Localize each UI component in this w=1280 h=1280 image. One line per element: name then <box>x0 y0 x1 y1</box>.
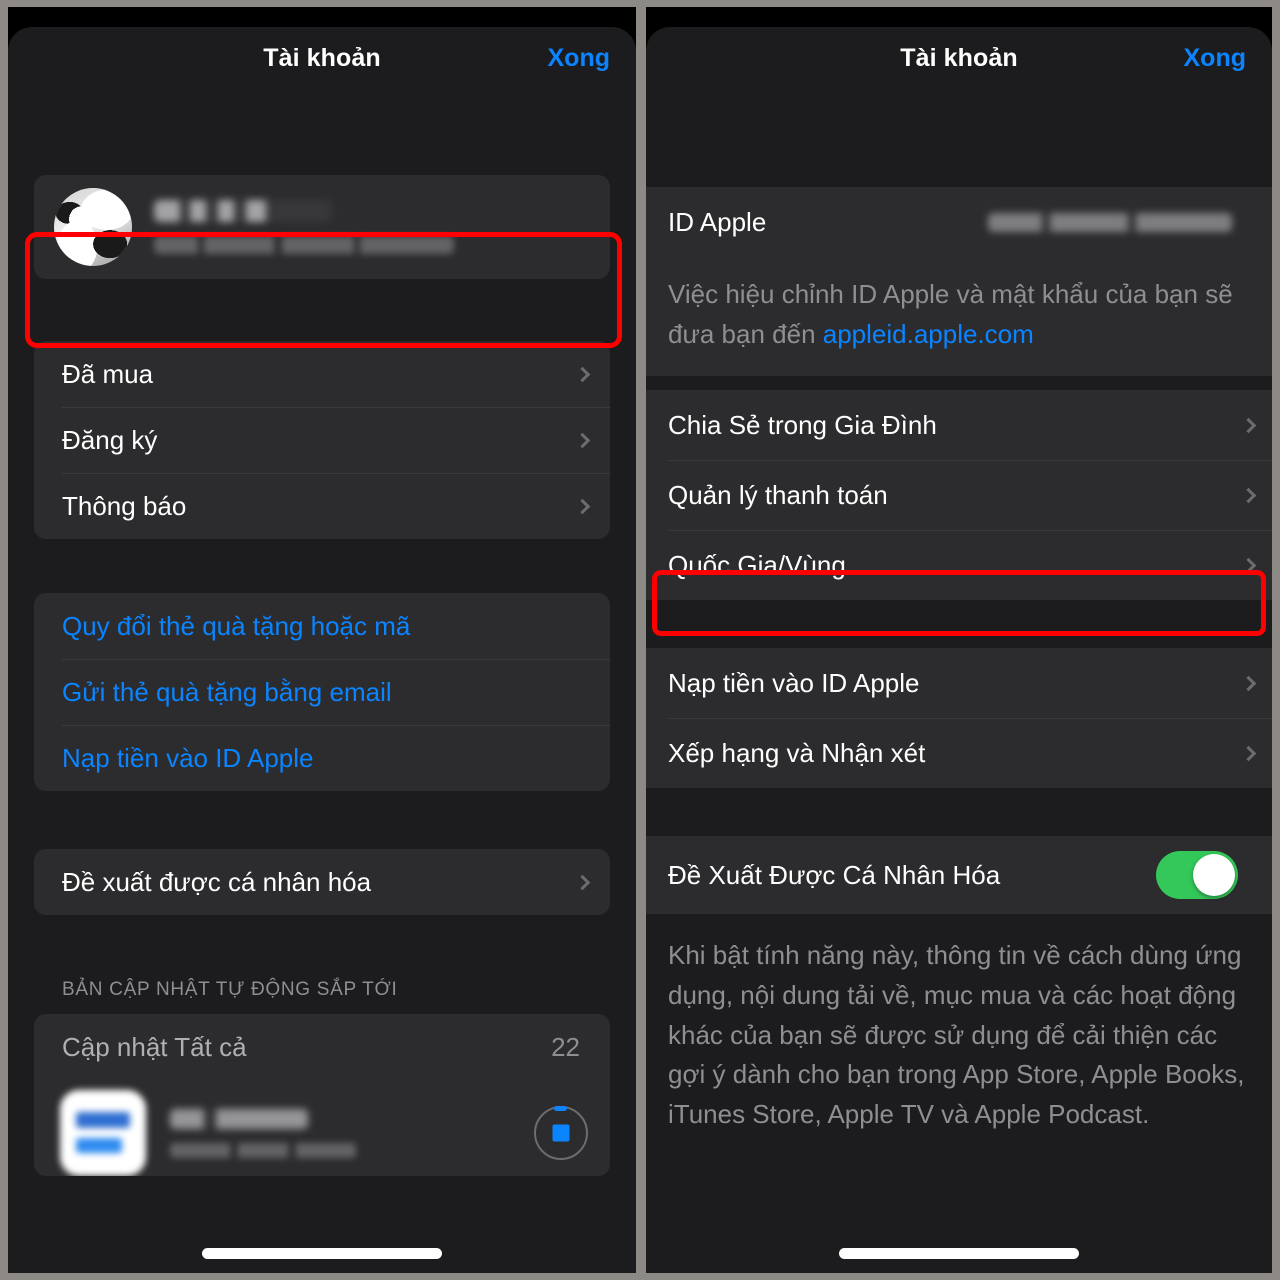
avatar <box>54 188 132 266</box>
personalized-description: Khi bật tính năng này, thông tin về cách… <box>646 914 1272 1135</box>
list-item-label: Nạp tiền vào ID Apple <box>668 667 920 698</box>
chevron-right-icon <box>574 498 591 514</box>
update-all-label: Cập nhật Tất cả <box>62 1031 247 1062</box>
account-card[interactable] <box>34 175 610 279</box>
account-menu-card: Đã mua Đăng ký Thông báo <box>34 341 610 539</box>
done-button[interactable]: Xong <box>548 44 611 73</box>
account-text <box>154 200 454 254</box>
list-item-add-funds[interactable]: Nạp tiền vào ID Apple <box>34 725 610 791</box>
apple-id-value-redacted <box>988 212 1232 232</box>
home-indicator <box>839 1248 1079 1259</box>
list-item-label: Quốc Gia/Vùng <box>668 549 846 580</box>
list-item-redeem-gift-card[interactable]: Quy đổi thẻ quà tặng hoặc mã <box>34 593 610 659</box>
row-personalized-recommendations-toggle[interactable]: Đề Xuất Được Cá Nhân Hóa <box>646 836 1272 915</box>
update-all-row[interactable]: Cập nhật Tất cả 22 <box>34 1014 610 1080</box>
home-indicator <box>202 1248 442 1259</box>
row-add-funds[interactable]: Nạp tiền vào ID Apple <box>646 648 1272 719</box>
chevron-right-icon <box>574 366 591 382</box>
list-item-purchased[interactable]: Đã mua <box>34 341 610 407</box>
list-item-label: Chia Sẻ trong Gia Đình <box>668 409 937 440</box>
row-apple-id[interactable]: ID Apple <box>646 187 1272 257</box>
list-item-label: Quy đổi thẻ quà tặng hoặc mã <box>62 610 411 641</box>
app-name-redacted <box>170 1108 308 1129</box>
appleid-link[interactable]: appleid.apple.com <box>823 319 1034 349</box>
apple-id-footer: Việc hiệu chỉnh ID Apple và mật khẩu của… <box>646 257 1272 377</box>
account-row[interactable] <box>34 175 610 279</box>
upcoming-updates-header: BẢN CẬP NHẬT TỰ ĐỘNG SẮP TỚI <box>62 979 398 1000</box>
page-title: Tài khoản <box>900 43 1018 72</box>
chevron-right-icon <box>1240 417 1257 433</box>
update-count-badge: 22 <box>551 1031 580 1062</box>
personalized-recommendations-switch[interactable] <box>1156 851 1238 900</box>
list-item-label: Gửi thẻ quà tặng bằng email <box>62 676 392 707</box>
chevron-right-icon <box>574 432 591 448</box>
section-gap <box>646 600 1272 649</box>
list-item-notifications[interactable]: Thông báo <box>34 473 610 539</box>
chevron-right-icon <box>1240 675 1257 691</box>
left-screenshot-panel: Tài khoản Xong Đã mua Đăng ký Thông báo … <box>8 7 636 1273</box>
list-item-personalized-recommendations[interactable]: Đề xuất được cá nhân hóa <box>34 849 610 915</box>
row-country-region[interactable]: Quốc Gia/Vùng <box>646 530 1272 601</box>
list-item-send-gift-card[interactable]: Gửi thẻ quà tặng bằng email <box>34 659 610 725</box>
account-email-redacted <box>154 236 454 254</box>
list-item-label: Đề xuất được cá nhân hóa <box>62 866 372 897</box>
list-item-label: Đã mua <box>62 358 154 389</box>
row-manage-payments[interactable]: Quản lý thanh toán <box>646 460 1272 531</box>
navbar-right: Tài khoản Xong <box>646 27 1272 89</box>
screenshot-stage: Tài khoản Xong Đã mua Đăng ký Thông báo … <box>0 0 1280 1280</box>
section-gap <box>646 376 1272 391</box>
list-item-label: Quản lý thanh toán <box>668 479 888 510</box>
navbar-left: Tài khoản Xong <box>8 27 636 89</box>
update-app-text <box>170 1108 534 1158</box>
section-gap <box>646 788 1272 837</box>
page-title: Tài khoản <box>263 43 381 72</box>
personalized-card: Đề xuất được cá nhân hóa <box>34 849 610 915</box>
account-sheet-left: Tài khoản Xong Đã mua Đăng ký Thông báo … <box>8 27 636 1273</box>
list-item-label: Thông báo <box>62 490 187 521</box>
chevron-right-icon <box>1240 745 1257 761</box>
list-item-app-update[interactable] <box>34 1080 610 1176</box>
list-item-label: Xếp hạng và Nhận xét <box>668 737 926 768</box>
chevron-right-icon <box>1240 487 1257 503</box>
done-button[interactable]: Xong <box>1184 44 1247 73</box>
app-icon-acb-one <box>60 1090 146 1176</box>
updates-card: Cập nhật Tất cả 22 <box>34 1014 610 1176</box>
apple-id-label: ID Apple <box>668 206 767 237</box>
toggle-label: Đề Xuất Được Cá Nhân Hóa <box>668 859 1001 890</box>
row-ratings-reviews[interactable]: Xếp hạng và Nhận xét <box>646 718 1272 789</box>
account-name-redacted <box>154 200 332 222</box>
chevron-right-icon <box>1240 557 1257 573</box>
left-content: Đã mua Đăng ký Thông báo Quy đổi thẻ quà… <box>8 89 636 1176</box>
list-item-label: Đăng ký <box>62 424 158 455</box>
chevron-right-icon <box>574 874 591 890</box>
right-screenshot-panel: Tài khoản Xong ID Apple Việc hiệu chỉnh … <box>646 7 1272 1273</box>
list-item-subscriptions[interactable]: Đăng ký <box>34 407 610 473</box>
giftcard-card: Quy đổi thẻ quà tặng hoặc mã Gửi thẻ quà… <box>34 593 610 791</box>
list-item-label: Nạp tiền vào ID Apple <box>62 742 314 773</box>
account-sheet-right: Tài khoản Xong ID Apple Việc hiệu chỉnh … <box>646 27 1272 1273</box>
stop-download-icon[interactable] <box>534 1106 588 1160</box>
app-subtitle-redacted <box>170 1142 356 1158</box>
row-family-sharing[interactable]: Chia Sẻ trong Gia Đình <box>646 390 1272 461</box>
